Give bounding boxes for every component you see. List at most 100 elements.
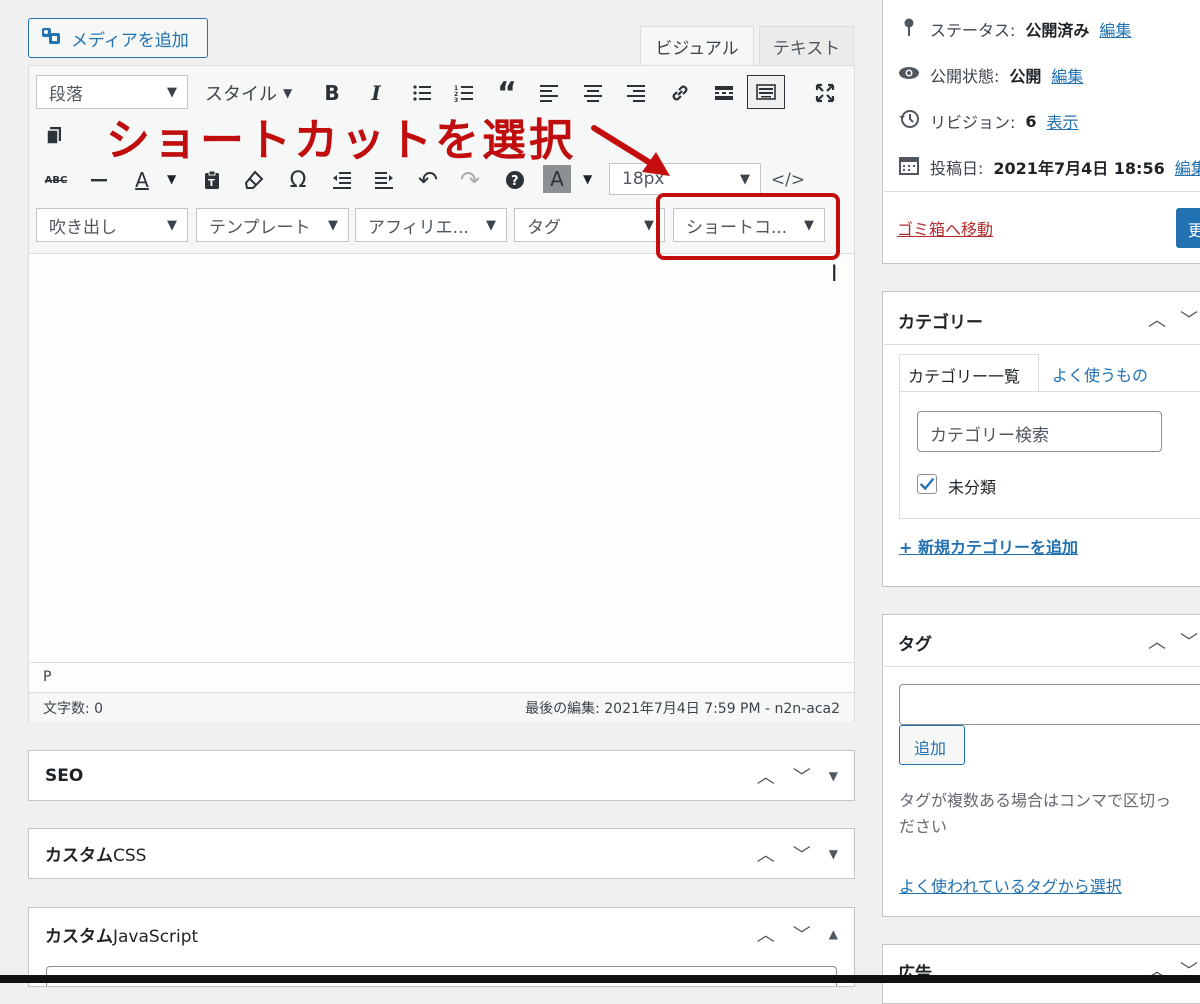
chevron-down-icon[interactable]: ▼ [167, 172, 176, 186]
editor-content-area[interactable] [29, 254, 854, 660]
revisions-value: 6 [1025, 111, 1037, 131]
chevron-up-icon[interactable]: ︿ [757, 763, 775, 789]
category-box-controls[interactable]: ︿﹀ [1148, 306, 1200, 332]
svg-text:T: T [208, 178, 215, 189]
clear-formatting-icon[interactable] [239, 165, 269, 195]
dropdown-tag[interactable]: タグ ▼ [514, 208, 665, 242]
popular-tags-link[interactable]: よく使われているタグから選択 [899, 873, 1122, 897]
chevron-up-icon[interactable]: ︿ [757, 921, 775, 947]
indent-icon[interactable] [369, 165, 399, 195]
tag-input[interactable] [899, 684, 1200, 725]
revisions-link[interactable]: 表示 [1047, 109, 1079, 133]
chevron-up-icon[interactable]: ︿ [1148, 632, 1180, 653]
panel-custom-css[interactable]: カスタムCSS ︿ ﹀ ▼ [28, 828, 855, 879]
fullscreen-icon[interactable] [810, 78, 840, 108]
panel-title: カスタムJavaScript [45, 922, 198, 947]
publish-revisions-row: リビジョン: 6 表示 [898, 108, 1079, 134]
add-media-button[interactable]: メディアを追加 [28, 18, 208, 58]
chevron-up-icon[interactable]: ︿ [757, 841, 775, 867]
svg-text:3: 3 [454, 97, 458, 104]
category-item-label: 未分類 [948, 478, 997, 497]
chevron-down-icon: ▼ [740, 171, 750, 187]
add-tag-button[interactable]: 追加 [899, 725, 965, 765]
chevron-down-icon[interactable]: ﹀ [793, 763, 811, 789]
element-path[interactable]: P [43, 669, 51, 685]
tag-box [882, 614, 1200, 917]
chevron-down-icon: ▼ [328, 217, 338, 233]
status-edit-link[interactable]: 編集 [1099, 17, 1131, 41]
align-right-icon[interactable] [621, 78, 651, 108]
update-button[interactable]: 更 [1176, 208, 1200, 248]
tag-help-line-2: ださい [899, 817, 948, 836]
style-select[interactable]: スタイル ▼ [205, 80, 292, 106]
chevron-down-icon[interactable]: ﹀ [793, 841, 811, 867]
move-to-trash-link[interactable]: ゴミ箱へ移動 [897, 216, 993, 240]
panel-title-bold: カスタム [45, 927, 113, 947]
visibility-value: 公開 [1009, 67, 1042, 86]
tag-help-line-1: タグが複数ある場合はコンマで区切っ [899, 791, 1172, 810]
copy-icon[interactable] [39, 120, 69, 150]
chevron-down-icon: ▼ [283, 86, 293, 100]
visibility-edit-link[interactable]: 編集 [1051, 63, 1083, 87]
dropdown-label: タグ [527, 217, 561, 238]
special-character-icon[interactable]: Ω [283, 165, 313, 195]
text-color-icon[interactable]: A [127, 165, 157, 195]
chevron-down-icon[interactable]: ﹀ [1180, 310, 1200, 331]
chevron-down-icon[interactable]: ﹀ [1180, 632, 1200, 653]
status-value: 公開済み [1025, 21, 1090, 40]
date-label: 投稿日: [930, 159, 984, 178]
eye-icon [898, 62, 920, 88]
panel-title: カスタムCSS [45, 841, 146, 866]
outdent-icon[interactable] [327, 165, 357, 195]
read-more-icon[interactable] [709, 78, 739, 108]
category-search-input[interactable]: カテゴリー検索 [917, 411, 1162, 452]
toggle-arrow-icon[interactable]: ▼ [829, 847, 838, 861]
chevron-down-icon: ▼ [167, 217, 177, 233]
redo-icon[interactable]: ↷ [455, 165, 485, 195]
panel-title-bold: カスタム [45, 846, 113, 866]
tab-visual[interactable]: ビジュアル [640, 26, 754, 66]
tag-box-controls[interactable]: ︿﹀ [1148, 628, 1200, 654]
help-icon[interactable]: ? [500, 165, 530, 195]
tab-all-categories[interactable]: カテゴリー一覧 [899, 354, 1039, 392]
horizontal-line-icon[interactable] [84, 165, 114, 195]
chevron-down-icon[interactable]: ﹀ [793, 921, 811, 947]
svg-text:?: ? [511, 174, 519, 189]
dropdown-label: 吹き出し [49, 217, 117, 238]
code-icon[interactable]: </> [771, 165, 805, 195]
chevron-down-icon: ▼ [486, 217, 496, 233]
date-edit-link[interactable]: 編集 [1175, 155, 1200, 179]
undo-icon[interactable]: ↶ [413, 165, 443, 195]
chevron-down-icon: ▼ [644, 217, 654, 233]
visibility-label: 公開状態: [930, 67, 1000, 86]
date-value: 2021年7月4日 18:56 [993, 159, 1165, 178]
add-new-category-link[interactable]: + 新規カテゴリーを追加 [899, 534, 1078, 558]
category-checkbox[interactable] [917, 474, 937, 494]
strikethrough-icon[interactable]: ABC [41, 165, 71, 195]
format-select-value: 段落 [49, 84, 83, 105]
paste-text-icon[interactable]: T [197, 165, 227, 195]
dropdown-affiliate[interactable]: アフィリエ... ▼ [355, 208, 507, 242]
link-icon[interactable] [665, 78, 695, 108]
add-media-label: メディアを追加 [71, 30, 189, 51]
publish-date-row: 投稿日: 2021年7月4日 18:56 編集 [898, 154, 1200, 180]
checkmark-icon [919, 477, 935, 491]
panel-title-rest: JavaScript [113, 927, 199, 947]
chevron-down-icon: ▼ [167, 84, 177, 100]
dropdown-label: アフィリエ... [368, 217, 469, 238]
chevron-up-icon[interactable]: ︿ [1148, 310, 1180, 331]
panel-seo[interactable]: SEO ︿ ﹀ ▼ [28, 750, 855, 801]
toggle-arrow-icon[interactable]: ▼ [829, 769, 838, 783]
align-center-icon[interactable] [578, 78, 608, 108]
pin-icon [898, 16, 920, 42]
toggle-arrow-up-icon[interactable]: ▲ [829, 927, 838, 941]
publish-visibility-row: 公開状態: 公開 編集 [898, 62, 1083, 88]
dropdown-template[interactable]: テンプレート ▼ [196, 208, 349, 242]
media-icon [41, 25, 63, 52]
dropdown-speech-bubble[interactable]: 吹き出し ▼ [36, 208, 188, 242]
toolbar-toggle-icon[interactable] [747, 75, 785, 109]
background-color-icon[interactable]: A [543, 165, 571, 193]
tab-popular-categories[interactable]: よく使うもの [1052, 362, 1148, 386]
tab-text[interactable]: テキスト [759, 26, 854, 66]
category-box-title: カテゴリー [898, 313, 983, 333]
